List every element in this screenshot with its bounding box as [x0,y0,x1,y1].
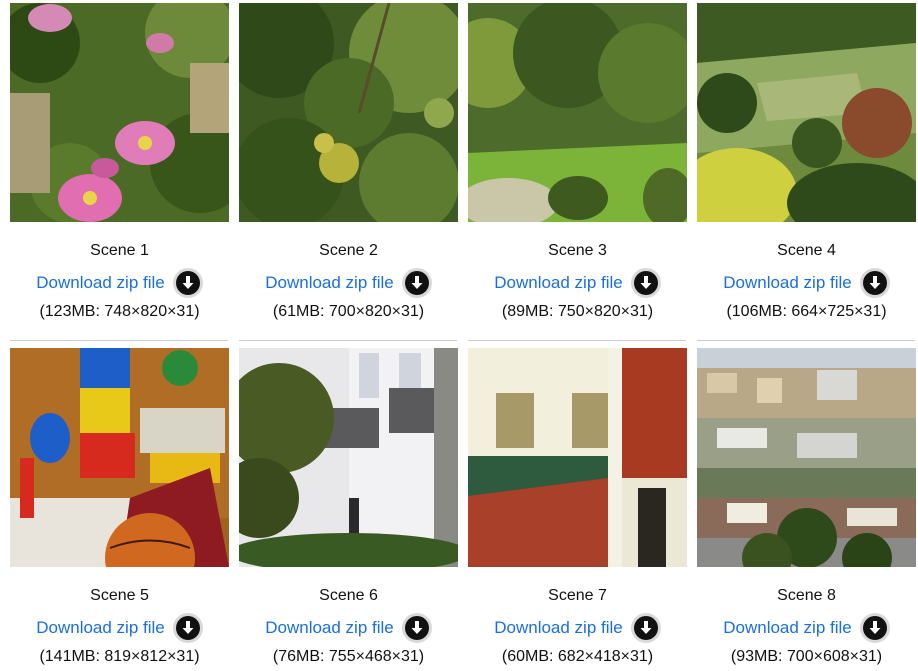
scene-title: Scene 8 [777,587,836,604]
download-zip-link[interactable]: Download zip file [723,618,852,638]
scene-card-5: Scene 5 Download zip file (141MB: 819×81… [10,348,229,671]
white-building-balcony-image [239,348,458,567]
download-arrow-icon[interactable] [630,613,661,643]
modern-building-brick-image [468,348,687,567]
file-size-dimensions: (123MB: 748×820×31) [39,303,200,320]
file-size-dimensions: (93MB: 700×608×31) [730,648,883,665]
scene-4-thumbnail[interactable] [697,3,916,222]
scene-card-8: Scene 8 Download zip file (93MB: 700×608… [697,348,916,671]
hillside-landscape-image [697,3,916,222]
scene-3-thumbnail[interactable] [468,3,687,222]
download-arrow-icon[interactable] [401,613,432,643]
download-row: Download zip file [239,612,458,644]
scene-card-2: Scene 2 Download zip file (61MB: 700×820… [239,3,458,336]
scene-title: Scene 4 [777,242,836,259]
scene-card-6: Scene 6 Download zip file (76MB: 755×468… [239,348,458,671]
download-arrow-icon[interactable] [172,268,203,298]
scene-title: Scene 7 [548,587,607,604]
scene-2-thumbnail[interactable] [239,3,458,222]
scene-title: Scene 2 [319,242,378,259]
file-size-dimensions: (89MB: 750×820×31) [501,303,654,320]
scene-card-1: Scene 1 Download zip file (123MB: 748×82… [10,3,229,336]
scene-5-thumbnail[interactable] [10,348,229,567]
scene-title: Scene 6 [319,587,378,604]
download-arrow-icon[interactable] [859,268,890,298]
download-row: Download zip file [697,612,916,644]
scene-grid: Scene 1 Download zip file (123MB: 748×82… [0,0,918,671]
rose-flowers-image [10,3,229,222]
download-row: Download zip file [10,612,229,644]
scene-title: Scene 3 [548,242,607,259]
toys-basketball-image [10,348,229,567]
file-size-dimensions: (76MB: 755×468×31) [272,648,425,665]
row-divider [239,340,457,341]
download-zip-link[interactable]: Download zip file [36,273,165,293]
file-size-dimensions: (141MB: 819×812×31) [39,648,200,665]
file-size-dimensions: (61MB: 700×820×31) [272,303,425,320]
scene-card-4: Scene 4 Download zip file (106MB: 664×72… [697,3,916,336]
file-size-dimensions: (60MB: 682×418×31) [501,648,654,665]
download-zip-link[interactable]: Download zip file [265,273,394,293]
row-divider [468,340,686,341]
download-zip-link[interactable]: Download zip file [723,273,852,293]
city-view-image [697,348,916,567]
download-row: Download zip file [468,267,687,299]
download-arrow-icon[interactable] [859,613,890,643]
download-arrow-icon[interactable] [401,268,432,298]
download-arrow-icon[interactable] [630,268,661,298]
download-row: Download zip file [697,267,916,299]
meadow-trees-image [468,3,687,222]
scene-card-7: Scene 7 Download zip file (60MB: 682×418… [468,348,687,671]
scene-7-thumbnail[interactable] [468,348,687,567]
file-size-dimensions: (106MB: 664×725×31) [726,303,887,320]
scene-8-thumbnail[interactable] [697,348,916,567]
download-zip-link[interactable]: Download zip file [265,618,394,638]
download-arrow-icon[interactable] [172,613,203,643]
download-zip-link[interactable]: Download zip file [494,618,623,638]
scene-title: Scene 1 [90,242,149,259]
row-divider [697,340,915,341]
scene-title: Scene 5 [90,587,149,604]
download-row: Download zip file [10,267,229,299]
download-zip-link[interactable]: Download zip file [36,618,165,638]
scene-card-3: Scene 3 Download zip file (89MB: 750×820… [468,3,687,336]
download-row: Download zip file [239,267,458,299]
forest-foliage-image [239,3,458,222]
scene-6-thumbnail[interactable] [239,348,458,567]
scene-1-thumbnail[interactable] [10,3,229,222]
download-zip-link[interactable]: Download zip file [494,273,623,293]
download-row: Download zip file [468,612,687,644]
row-divider [10,340,228,341]
